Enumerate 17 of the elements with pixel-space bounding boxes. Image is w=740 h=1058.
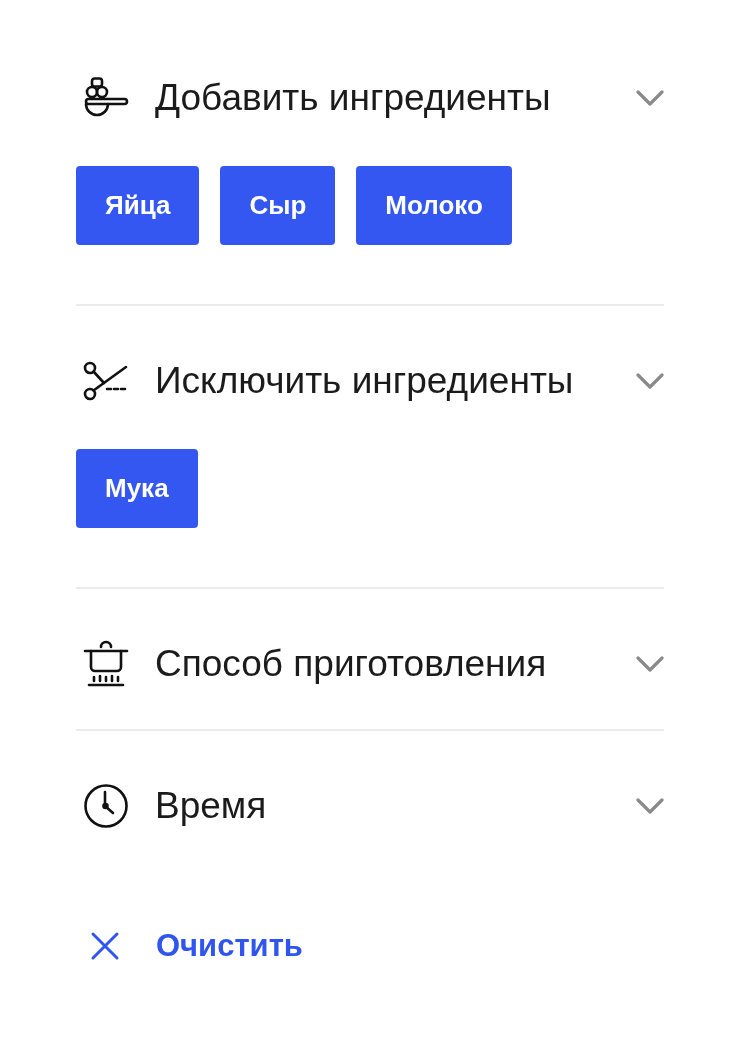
chevron-down-icon[interactable] bbox=[636, 373, 664, 389]
section-title[interactable]: Исключить ингредиенты bbox=[155, 353, 636, 409]
section-title[interactable]: Добавить ингредиенты bbox=[155, 70, 636, 126]
ingredient-tag[interactable]: Яйца bbox=[76, 166, 200, 245]
clear-button[interactable]: Очистить bbox=[76, 916, 303, 976]
spoon-icon bbox=[83, 77, 129, 119]
chevron-down-icon[interactable] bbox=[636, 656, 664, 672]
ingredient-tag[interactable]: Мука bbox=[76, 449, 198, 528]
ingredient-tag[interactable]: Сыр bbox=[220, 166, 336, 245]
chevron-down-icon[interactable] bbox=[636, 90, 664, 106]
close-icon bbox=[90, 931, 120, 961]
scissors-icon bbox=[83, 360, 129, 402]
ingredient-tag[interactable]: Молоко bbox=[356, 166, 512, 245]
chevron-down-icon[interactable] bbox=[636, 798, 664, 814]
section-title[interactable]: Способ приготовления bbox=[155, 636, 636, 692]
clock-icon bbox=[83, 783, 129, 829]
section-title[interactable]: Время bbox=[155, 778, 636, 834]
